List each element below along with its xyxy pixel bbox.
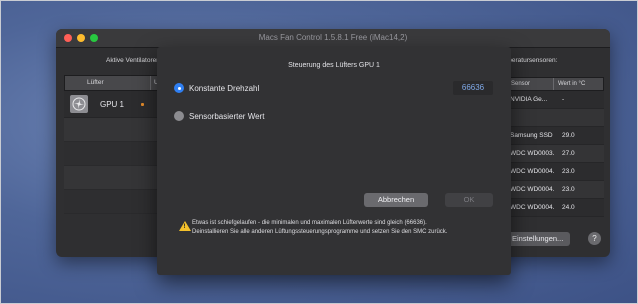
sensor-name: WDC WD0004... bbox=[510, 168, 554, 175]
sensor-row[interactable]: WDC WD0004... 23.0 bbox=[508, 181, 604, 199]
empty-row bbox=[64, 190, 172, 214]
sheet-title: Steuerung des Lüfters GPU 1 bbox=[288, 62, 380, 69]
fans-section-label: Aktive Ventilatoren: bbox=[106, 57, 162, 64]
warning-message: Etwas ist schiefgelaufen - die minimalen… bbox=[192, 219, 492, 236]
empty-row bbox=[64, 142, 172, 166]
fans-table: Lüfter U/min GPU 1 bbox=[64, 75, 172, 214]
sensor-based-label[interactable]: Sensorbasierter Wert bbox=[189, 112, 264, 121]
constant-speed-radio[interactable] bbox=[174, 83, 184, 93]
title-bar: Macs Fan Control 1.5.8.1 Free (iMac14,2) bbox=[56, 29, 610, 48]
window-title: Macs Fan Control 1.5.8.1 Free (iMac14,2) bbox=[258, 33, 408, 42]
zoom-window-button[interactable] bbox=[90, 34, 98, 42]
sensor-name: WDC WD0004... bbox=[510, 186, 554, 193]
ok-button[interactable]: OK bbox=[445, 193, 493, 207]
empty-row bbox=[64, 118, 172, 142]
sensor-row[interactable]: WDC WD0004... 23.0 bbox=[508, 163, 604, 181]
sensors-table-header: Sensor Wert in °C bbox=[508, 77, 604, 91]
rpm-input[interactable]: 66636 bbox=[453, 81, 493, 95]
minimize-window-button[interactable] bbox=[77, 34, 85, 42]
sensor-name: WDC WD0003... bbox=[510, 150, 554, 157]
fan-control-sheet: Steuerung des Lüfters GPU 1 Konstante Dr… bbox=[157, 47, 511, 275]
sensor-name: Samsung SSD ... bbox=[510, 132, 554, 139]
warning-line-1: Etwas ist schiefgelaufen - die minimalen… bbox=[192, 220, 427, 226]
sensors-col-name[interactable]: Sensor bbox=[509, 78, 553, 90]
sensor-row[interactable]: Samsung SSD ... 29.0 bbox=[508, 127, 604, 145]
fans-table-header: Lüfter U/min bbox=[64, 75, 172, 91]
sensors-table: Sensor Wert in °C NVIDIA Ge... - Samsung… bbox=[508, 77, 604, 217]
fan-icon bbox=[70, 95, 88, 113]
sensor-value: 29.0 bbox=[562, 132, 575, 139]
warning-line-2: Deinstallieren Sie alle anderen Lüftungs… bbox=[192, 228, 448, 235]
preferences-button[interactable]: Einstellungen... bbox=[508, 232, 570, 246]
sensor-value: - bbox=[562, 96, 565, 103]
sensor-row[interactable]: WDC WD0003... 27.0 bbox=[508, 145, 604, 163]
sensor-value: 23.0 bbox=[562, 168, 575, 175]
empty-row bbox=[64, 166, 172, 190]
sensor-row[interactable]: WDC WD0004... 24.0 bbox=[508, 199, 604, 217]
cancel-button[interactable]: Abbrechen bbox=[364, 193, 428, 207]
sensor-name: NVIDIA Ge... bbox=[510, 96, 548, 103]
sensor-name: WDC WD0004... bbox=[510, 204, 554, 211]
sensor-value: 27.0 bbox=[562, 150, 575, 157]
constant-speed-label[interactable]: Konstante Drehzahl bbox=[189, 84, 259, 93]
fan-name: GPU 1 bbox=[100, 99, 125, 109]
fans-col-name[interactable]: Lüfter bbox=[65, 76, 150, 90]
fan-row-gpu1[interactable]: GPU 1 bbox=[64, 91, 172, 118]
sensor-row[interactable] bbox=[508, 109, 604, 127]
fan-status-indicator bbox=[141, 102, 145, 106]
close-window-button[interactable] bbox=[64, 34, 72, 42]
sensor-value: 23.0 bbox=[562, 186, 575, 193]
sensor-row[interactable]: NVIDIA Ge... - bbox=[508, 91, 604, 109]
sensors-col-value[interactable]: Wert in °C bbox=[553, 78, 603, 90]
sensor-based-radio[interactable] bbox=[174, 111, 184, 121]
sensor-value: 24.0 bbox=[562, 204, 575, 211]
warning-icon: ! bbox=[179, 221, 191, 231]
help-button[interactable]: ? bbox=[588, 232, 601, 245]
